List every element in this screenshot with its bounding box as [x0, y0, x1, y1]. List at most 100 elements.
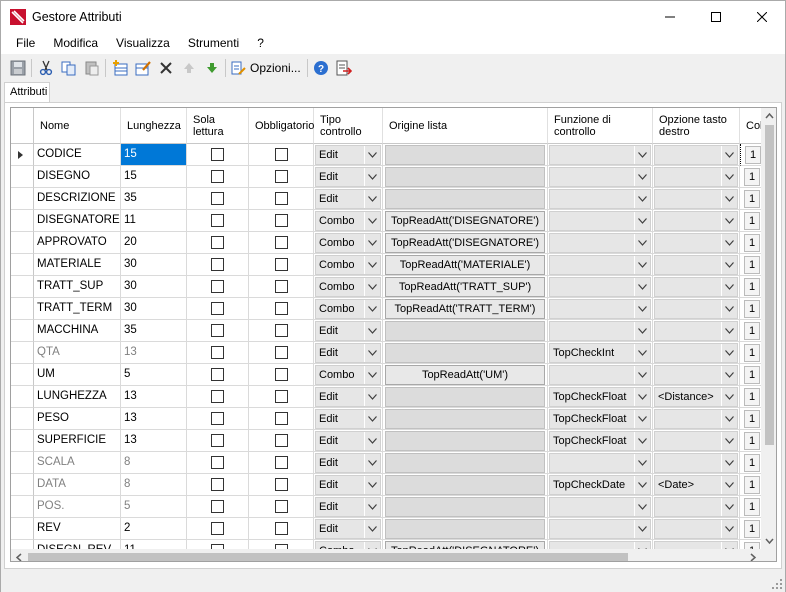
opzione-tasto-dropdown[interactable]: [654, 497, 738, 517]
row-header[interactable]: [11, 430, 34, 452]
cell-lunghezza[interactable]: 5: [121, 364, 187, 386]
tipo-controllo-dropdown[interactable]: Edit: [315, 475, 381, 495]
origine-lista-button[interactable]: TopReadAtt('TRATT_SUP'): [385, 277, 545, 297]
cell-nome[interactable]: UM: [34, 364, 121, 386]
table-row[interactable]: LUNGHEZZA 13 Edit TopCheckFloat <Distance> 1: [11, 386, 776, 408]
save-button[interactable]: [6, 57, 29, 79]
table-row[interactable]: SUPERFICIE 13 Edit TopCheckFloat 1: [11, 430, 776, 452]
tipo-controllo-dropdown[interactable]: Edit: [315, 431, 381, 451]
resize-grip-icon[interactable]: [771, 578, 783, 590]
table-row[interactable]: MATERIALE 30 Combo TopReadAtt('MATERIALE') 1: [11, 254, 776, 276]
cell-nome[interactable]: DISEGNO: [34, 166, 121, 188]
sola-lettura-checkbox[interactable]: [211, 390, 224, 403]
edit-attribute-button[interactable]: [131, 57, 154, 79]
tipo-controllo-dropdown[interactable]: Combo: [315, 365, 381, 385]
cell-lunghezza[interactable]: 8: [121, 452, 187, 474]
origine-lista-button[interactable]: [385, 189, 545, 209]
opzione-tasto-dropdown[interactable]: [654, 255, 738, 275]
table-row[interactable]: TRATT_TERM 30 Combo TopReadAtt('TRATT_TERM'…: [11, 298, 776, 320]
table-row[interactable]: POS. 5 Edit 1: [11, 496, 776, 518]
row-header[interactable]: [11, 320, 34, 342]
table-row[interactable]: DISEGNO 15 Edit 1: [11, 166, 776, 188]
funzione-controllo-dropdown[interactable]: [549, 453, 651, 473]
help-button[interactable]: ?: [310, 57, 333, 79]
table-row[interactable]: SCALA 8 Edit 1: [11, 452, 776, 474]
cell-nome[interactable]: DATA: [34, 474, 121, 496]
obbligatorio-checkbox[interactable]: [275, 390, 288, 403]
obbligatorio-checkbox[interactable]: [275, 346, 288, 359]
row-header[interactable]: [11, 210, 34, 232]
options-button-icon[interactable]: [228, 57, 248, 79]
scroll-up-icon[interactable]: [761, 108, 777, 125]
opzione-tasto-dropdown[interactable]: [654, 453, 738, 473]
cell-lunghezza[interactable]: 13: [121, 430, 187, 452]
row-header[interactable]: [11, 408, 34, 430]
cell-nome[interactable]: POS.: [34, 496, 121, 518]
obbligatorio-checkbox[interactable]: [275, 192, 288, 205]
obbligatorio-checkbox[interactable]: [275, 148, 288, 161]
table-row[interactable]: DATA 8 Edit TopCheckDate <Date> 1: [11, 474, 776, 496]
opzione-tasto-dropdown[interactable]: <Date>: [654, 475, 738, 495]
obbligatorio-checkbox[interactable]: [275, 258, 288, 271]
cell-lunghezza[interactable]: 13: [121, 342, 187, 364]
col-header-tipo-controllo[interactable]: Tipo controllo: [314, 108, 383, 144]
opzione-tasto-dropdown[interactable]: [654, 277, 738, 297]
menu-modifica[interactable]: Modifica: [44, 32, 107, 54]
origine-lista-button[interactable]: [385, 497, 545, 517]
cell-nome[interactable]: SCALA: [34, 452, 121, 474]
sola-lettura-checkbox[interactable]: [211, 214, 224, 227]
sola-lettura-checkbox[interactable]: [211, 192, 224, 205]
funzione-controllo-dropdown[interactable]: TopCheckFloat: [549, 431, 651, 451]
opzione-tasto-dropdown[interactable]: [654, 519, 738, 539]
tipo-controllo-dropdown[interactable]: Edit: [315, 343, 381, 363]
col-header-funzione[interactable]: Funzione di controllo: [548, 108, 653, 144]
sola-lettura-checkbox[interactable]: [211, 434, 224, 447]
last-col-value[interactable]: 1: [744, 498, 760, 516]
cell-lunghezza[interactable]: 30: [121, 276, 187, 298]
funzione-controllo-dropdown[interactable]: [549, 277, 651, 297]
obbligatorio-checkbox[interactable]: [275, 302, 288, 315]
origine-lista-button[interactable]: [385, 519, 545, 539]
tipo-controllo-dropdown[interactable]: Combo: [315, 255, 381, 275]
tipo-controllo-dropdown[interactable]: Combo: [315, 277, 381, 297]
table-row[interactable]: DISEGNATORE 11 Combo TopReadAtt('DISEGNATOR…: [11, 210, 776, 232]
row-header[interactable]: [11, 298, 34, 320]
last-col-value[interactable]: 1: [744, 168, 760, 186]
scroll-down-icon[interactable]: [761, 532, 777, 549]
obbligatorio-checkbox[interactable]: [275, 324, 288, 337]
table-row[interactable]: PESO 13 Edit TopCheckFloat 1: [11, 408, 776, 430]
sola-lettura-checkbox[interactable]: [211, 412, 224, 425]
row-header[interactable]: [11, 232, 34, 254]
cell-nome[interactable]: APPROVATO: [34, 232, 121, 254]
sola-lettura-checkbox[interactable]: [211, 170, 224, 183]
tipo-controllo-dropdown[interactable]: Edit: [315, 497, 381, 517]
opzione-tasto-dropdown[interactable]: [654, 409, 738, 429]
funzione-controllo-dropdown[interactable]: [549, 365, 651, 385]
row-header[interactable]: [11, 276, 34, 298]
funzione-controllo-dropdown[interactable]: [549, 167, 651, 187]
row-header[interactable]: [11, 518, 34, 540]
horizontal-scroll-thumb[interactable]: [28, 553, 628, 561]
sola-lettura-checkbox[interactable]: [211, 456, 224, 469]
last-col-value[interactable]: 1: [744, 190, 760, 208]
funzione-controllo-dropdown[interactable]: [549, 497, 651, 517]
cell-nome[interactable]: MACCHINA: [34, 320, 121, 342]
scroll-left-icon[interactable]: [11, 549, 28, 562]
cell-nome[interactable]: PESO: [34, 408, 121, 430]
funzione-controllo-dropdown[interactable]: [549, 321, 651, 341]
table-row[interactable]: TRATT_SUP 30 Combo TopReadAtt('TRATT_SUP') 1: [11, 276, 776, 298]
cell-nome[interactable]: TRATT_TERM: [34, 298, 121, 320]
origine-lista-button[interactable]: [385, 167, 545, 187]
cut-button[interactable]: [34, 57, 57, 79]
funzione-controllo-dropdown[interactable]: [549, 519, 651, 539]
funzione-controllo-dropdown[interactable]: TopCheckFloat: [549, 387, 651, 407]
table-row[interactable]: MACCHINA 35 Edit 1: [11, 320, 776, 342]
table-row[interactable]: DESCRIZIONE 35 Edit 1: [11, 188, 776, 210]
tipo-controllo-dropdown[interactable]: Edit: [315, 387, 381, 407]
obbligatorio-checkbox[interactable]: [275, 280, 288, 293]
row-header[interactable]: [11, 166, 34, 188]
last-col-value[interactable]: 1: [744, 366, 760, 384]
tipo-controllo-dropdown[interactable]: Edit: [315, 409, 381, 429]
last-col-value[interactable]: 1: [744, 344, 760, 362]
move-up-button[interactable]: [177, 57, 200, 79]
